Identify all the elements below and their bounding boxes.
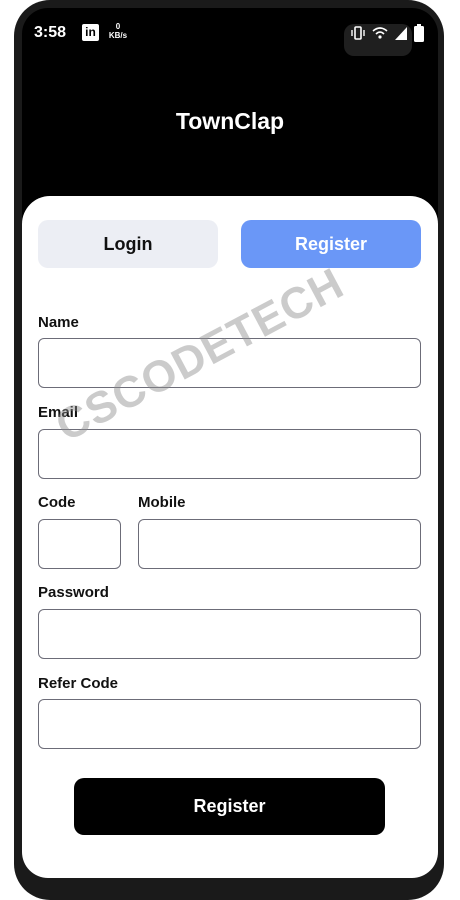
- app-title: TownClap: [175, 108, 285, 134]
- side-button: [440, 148, 444, 204]
- signal-icon: [395, 27, 407, 40]
- status-bar: 3:58 in 0 KB/s: [22, 8, 438, 56]
- code-field[interactable]: [38, 519, 121, 569]
- name-label: Name: [38, 314, 79, 331]
- volume-button: [14, 150, 18, 202]
- code-label: Code: [38, 494, 76, 511]
- tab-login[interactable]: Login: [38, 220, 218, 268]
- mobile-field[interactable]: [138, 519, 421, 569]
- battery-icon: [414, 24, 424, 42]
- password-label: Password: [38, 584, 109, 601]
- password-field[interactable]: [38, 609, 421, 659]
- screen: 3:58 in 0 KB/s TownClap Login Register N…: [22, 8, 438, 878]
- wifi-icon: [372, 27, 388, 39]
- refer-code-label: Refer Code: [38, 675, 119, 692]
- linkedin-icon: in: [82, 24, 99, 41]
- status-icons: [350, 24, 424, 42]
- power-button: [14, 320, 18, 380]
- network-speed: 0 KB/s: [106, 22, 130, 40]
- register-card: Login Register Name Email Code Mobile Pa…: [22, 196, 438, 878]
- name-field[interactable]: [38, 338, 421, 388]
- email-label: Email: [38, 404, 79, 421]
- vibrate-icon: [351, 26, 365, 40]
- mobile-label: Mobile: [138, 494, 186, 511]
- register-submit-button[interactable]: Register: [74, 778, 385, 835]
- tab-register[interactable]: Register: [241, 220, 421, 268]
- network-speed-unit: KB/s: [108, 31, 128, 40]
- refer-code-field[interactable]: [38, 699, 421, 749]
- network-speed-value: 0: [115, 22, 121, 31]
- email-field[interactable]: [38, 429, 421, 479]
- status-time: 3:58: [34, 24, 67, 41]
